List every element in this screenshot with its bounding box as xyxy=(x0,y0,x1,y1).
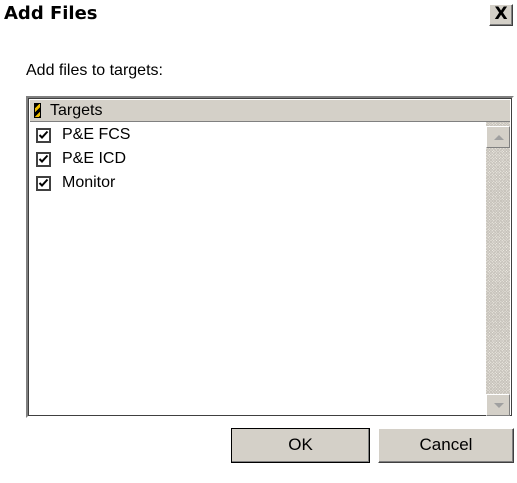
targets-header-label: Targets xyxy=(50,102,103,119)
targets-listbox[interactable]: Targets P&E FCS P&E ICD Monitor xyxy=(26,96,514,418)
list-item-label: Monitor xyxy=(62,174,116,191)
scroll-down-button[interactable] xyxy=(486,394,510,416)
checkmark-icon xyxy=(38,178,49,187)
close-icon: X xyxy=(494,4,508,24)
targets-list: P&E FCS P&E ICD Monitor xyxy=(30,122,486,414)
close-button[interactable]: X xyxy=(489,4,513,26)
targets-column-header[interactable]: Targets xyxy=(30,100,510,122)
arrow-down-icon xyxy=(494,403,504,408)
monitor-checkbox[interactable] xyxy=(36,175,51,191)
list-item-pe-icd[interactable]: P&E ICD xyxy=(36,148,126,170)
cancel-button[interactable]: Cancel xyxy=(378,428,514,463)
add-files-prompt: Add files to targets: xyxy=(26,62,163,79)
arrow-up-icon xyxy=(494,135,504,140)
add-files-dialog: Add Files X Add files to targets: Target… xyxy=(0,0,517,483)
ok-button[interactable]: OK xyxy=(231,428,370,463)
checkmark-icon xyxy=(38,130,49,139)
pe-fcs-checkbox[interactable] xyxy=(36,127,51,143)
list-item-monitor[interactable]: Monitor xyxy=(36,172,115,194)
list-item-label: P&E FCS xyxy=(62,126,131,143)
list-item-label: P&E ICD xyxy=(62,150,127,167)
window-title: Add Files xyxy=(4,3,98,24)
title-bar: Add Files X xyxy=(0,0,517,30)
vertical-scrollbar[interactable] xyxy=(486,122,510,416)
stripe-icon xyxy=(34,103,41,118)
scroll-up-button[interactable] xyxy=(486,126,510,148)
checkmark-icon xyxy=(38,154,49,163)
pe-icd-checkbox[interactable] xyxy=(36,151,51,167)
list-item-pe-fcs[interactable]: P&E FCS xyxy=(36,124,130,146)
